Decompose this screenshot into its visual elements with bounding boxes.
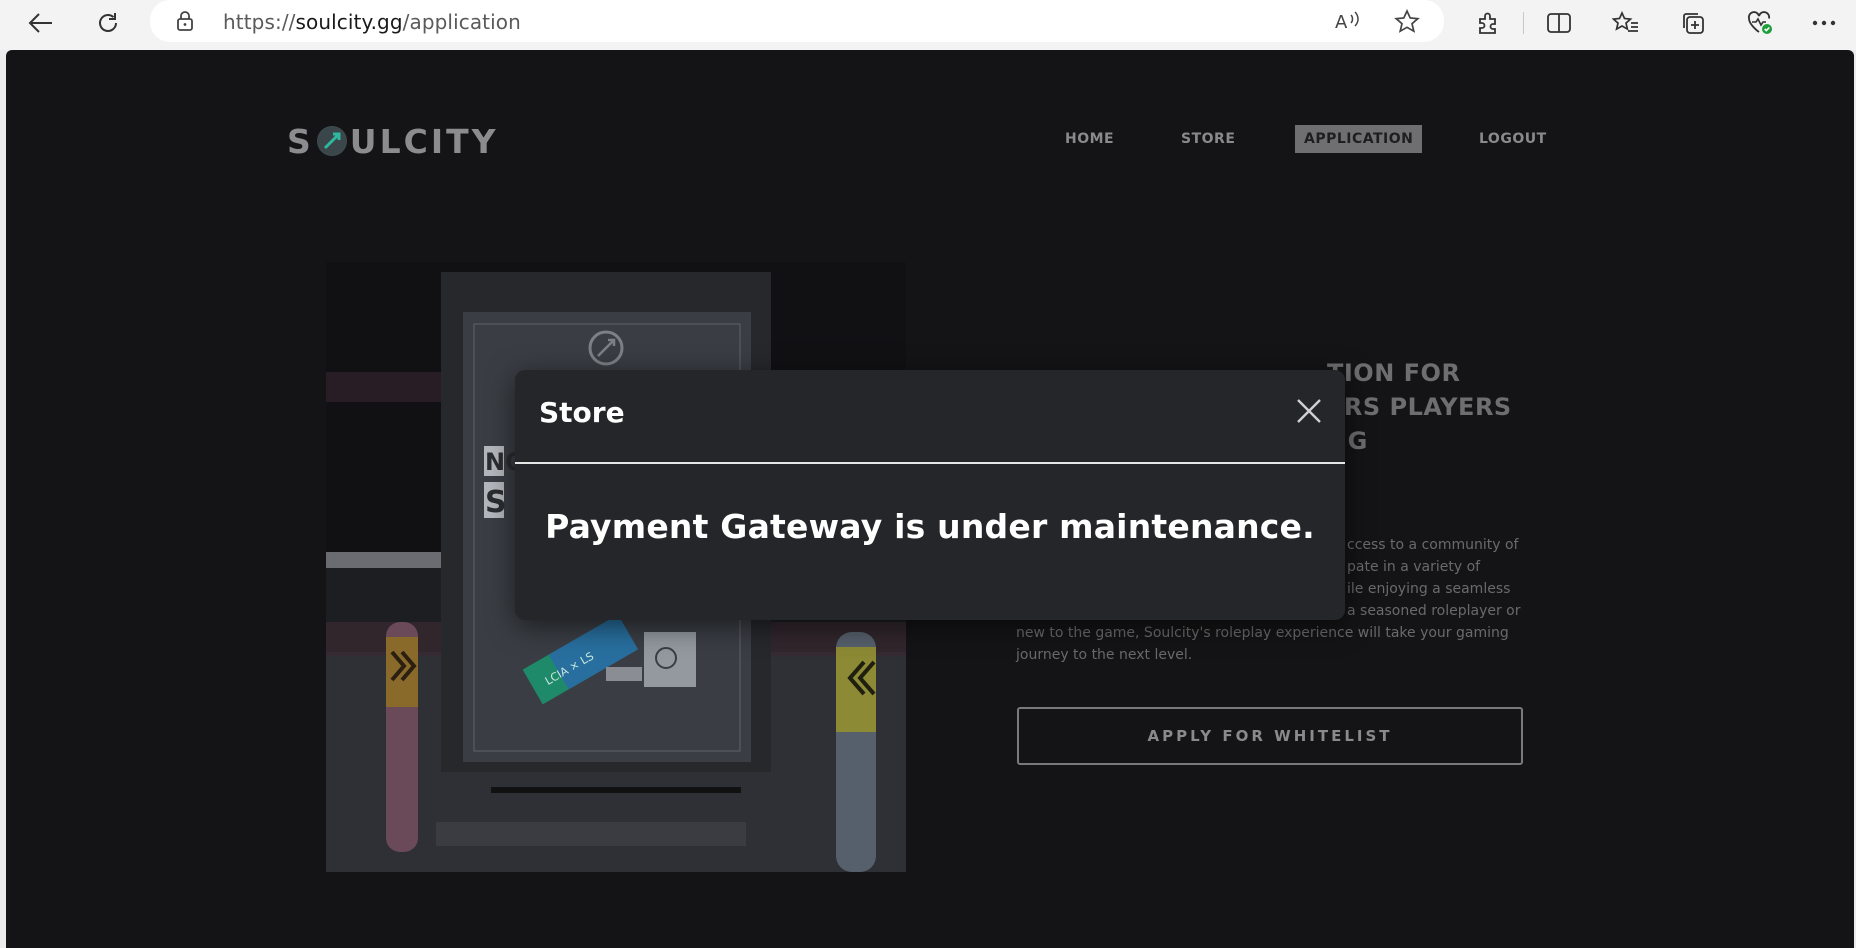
page-viewport: S ULCITY HOME STORE APPLICATION LOGOUT N… <box>6 50 1854 948</box>
favorites-button[interactable] <box>1606 6 1646 40</box>
url-path: /application <box>402 10 521 34</box>
browser-toolbar: https://soulcity.gg/application A <box>0 0 1856 50</box>
site-logo[interactable]: S ULCITY <box>287 121 499 161</box>
address-bar[interactable]: https://soulcity.gg/application A <box>150 0 1444 42</box>
logo-emblem-icon <box>316 126 347 156</box>
extensions-icon <box>1479 12 1496 34</box>
refresh-icon <box>99 13 117 32</box>
url-scheme: https:// <box>223 10 296 34</box>
hero-description-line: new to the game, Soulcity's roleplay exp… <box>1016 625 1509 641</box>
browser-essentials-icon <box>1747 11 1772 34</box>
close-button[interactable] <box>1293 395 1325 427</box>
favorites-icon <box>1612 11 1638 32</box>
read-aloud-icon[interactable]: A <box>1334 9 1362 38</box>
browser-essentials-button[interactable] <box>1740 6 1780 40</box>
logo-wordmark: ULCITY <box>349 121 499 161</box>
modal-divider <box>515 462 1345 464</box>
modal-title: Store <box>539 396 625 429</box>
back-icon <box>28 13 52 33</box>
refresh-button[interactable] <box>89 6 127 40</box>
collections-button[interactable] <box>1673 6 1713 40</box>
extensions-button[interactable] <box>1468 6 1508 40</box>
more-menu-button[interactable] <box>1804 6 1844 40</box>
store-modal: Store Payment Gateway is under maintenan… <box>515 370 1345 620</box>
lock-icon[interactable] <box>176 10 194 37</box>
close-icon <box>1297 399 1321 423</box>
nav-home[interactable]: HOME <box>1065 125 1114 153</box>
svg-text:A: A <box>1335 12 1348 33</box>
nav-store[interactable]: STORE <box>1181 125 1235 153</box>
hero-description-line: journey to the next level. <box>1016 647 1193 663</box>
poster-text-2: S <box>485 485 507 520</box>
url-domain: soulcity.gg <box>295 10 403 34</box>
back-button[interactable] <box>22 6 60 40</box>
maintenance-message: Payment Gateway is under maintenance. <box>545 507 1315 546</box>
collections-icon <box>1683 13 1704 34</box>
toolbar-divider <box>1523 12 1524 34</box>
nav-logout[interactable]: LOGOUT <box>1479 125 1547 153</box>
more-icon <box>1812 20 1836 26</box>
logo-letter: S <box>287 121 314 161</box>
url-text[interactable]: https://soulcity.gg/application <box>223 10 521 34</box>
split-screen-icon <box>1547 13 1571 33</box>
split-screen-button[interactable] <box>1539 6 1579 40</box>
favorite-star-icon[interactable] <box>1394 8 1420 38</box>
apply-whitelist-button[interactable]: APPLY FOR WHITELIST <box>1017 707 1523 765</box>
nav-application[interactable]: APPLICATION <box>1295 125 1423 153</box>
